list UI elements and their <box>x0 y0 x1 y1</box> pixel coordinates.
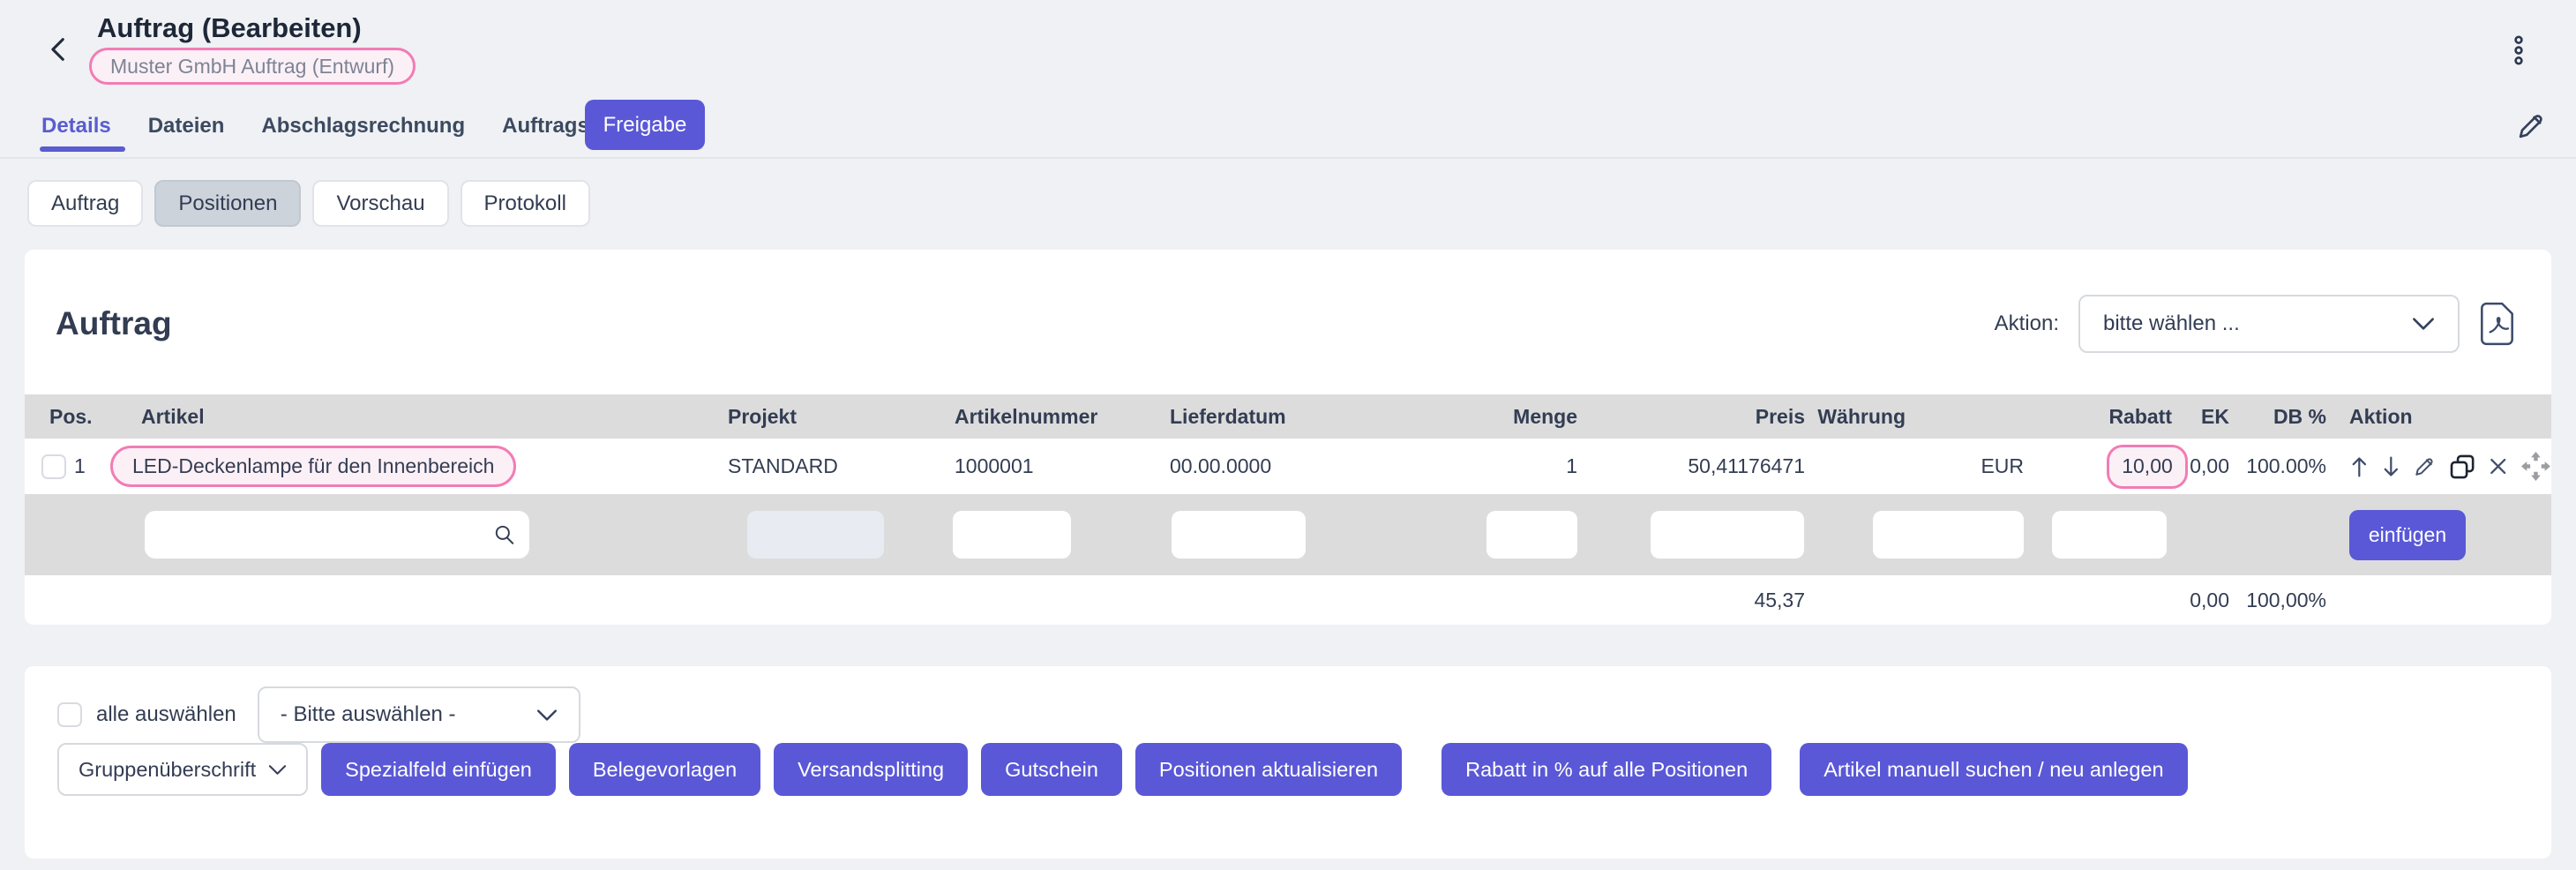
select-all-label: alle auswählen <box>96 702 236 727</box>
order-positions-card: Auftrag Aktion: bitte wählen ... <box>25 250 2551 625</box>
artikelnummer-input[interactable] <box>953 511 1071 559</box>
select-all-checkbox[interactable] <box>57 702 82 727</box>
order-card-header: Auftrag Aktion: bitte wählen ... <box>25 250 2551 394</box>
subtab-auftrag[interactable]: Auftrag <box>27 180 143 227</box>
copy-row-icon[interactable] <box>2449 453 2475 481</box>
col-header-projekt: Projekt <box>706 405 935 429</box>
row-checkbox[interactable] <box>41 454 66 479</box>
row-db: 100.00% <box>2238 454 2335 478</box>
total-preis: 45,37 <box>1588 589 1814 612</box>
tab-abschlagsrechnung[interactable]: Abschlagsrechnung <box>261 114 465 139</box>
back-button[interactable] <box>44 34 74 65</box>
subtab-positionen[interactable]: Positionen <box>154 180 301 227</box>
row-artikelnummer: 1000001 <box>935 454 1147 478</box>
rabatt-highlight-badge: 10,00 <box>2107 445 2188 489</box>
artikel-highlight-badge: LED-Deckenlampe für den Innenbereich <box>110 446 516 487</box>
page-title: Auftrag (Bearbeiten) <box>97 12 362 44</box>
positions-table-header: Pos. Artikel Projekt Artikelnummer Liefe… <box>25 394 2551 439</box>
rabatt-alle-positionen-button[interactable]: Rabatt in % auf alle Positionen <box>1442 743 1771 796</box>
total-ek: 0,00 <box>2188 589 2238 612</box>
lieferdatum-input[interactable] <box>1172 511 1306 559</box>
gutschein-button[interactable]: Gutschein <box>981 743 1122 796</box>
order-subtitle-label: Muster GmbH Auftrag (Entwurf) <box>110 55 394 79</box>
action-select-value: bitte wählen ... <box>2103 311 2240 336</box>
artikel-name: LED-Deckenlampe für den Innenbereich <box>132 454 494 478</box>
row-waehrung: EUR <box>1814 454 2033 478</box>
edit-row-icon[interactable] <box>2412 454 2437 480</box>
action-label: Aktion: <box>1995 311 2059 336</box>
totals-row: 45,37 0,00 100,00% <box>25 575 2551 625</box>
bulk-actions-card: alle auswählen - Bitte auswählen - Grupp… <box>25 666 2551 859</box>
main-tabs: Details Dateien Abschlagsrechnung Auftra… <box>41 102 650 150</box>
chevron-down-icon <box>2412 317 2435 331</box>
order-card-actions: Aktion: bitte wählen ... <box>1995 295 2516 353</box>
subtab-vorschau[interactable]: Vorschau <box>312 180 448 227</box>
bulk-action-select-value: - Bitte auswählen - <box>281 702 456 727</box>
artikel-manuell-suchen-button[interactable]: Artikel manuell suchen / neu anlegen <box>1800 743 2187 796</box>
row-preis: 50,41176471 <box>1588 454 1814 478</box>
freigabe-button[interactable]: Freigabe <box>585 100 705 150</box>
chevron-down-icon <box>536 709 558 722</box>
col-header-pos: Pos. <box>25 405 102 429</box>
row-actions <box>2335 450 2551 483</box>
insert-position-button[interactable]: einfügen <box>2349 510 2466 560</box>
spezialfeld-einfuegen-button[interactable]: Spezialfeld einfügen <box>321 743 556 796</box>
subtab-protokoll[interactable]: Protokoll <box>461 180 590 227</box>
row-lieferdatum: 00.00.0000 <box>1147 454 1376 478</box>
projekt-input-disabled <box>747 511 884 559</box>
pdf-export-button[interactable] <box>2479 302 2516 346</box>
col-header-rabatt: Rabatt <box>2033 405 2188 429</box>
chevron-left-icon <box>44 34 74 65</box>
col-header-preis: Preis <box>1588 405 1814 429</box>
col-header-lieferdatum: Lieferdatum <box>1147 405 1376 429</box>
rabatt-input[interactable] <box>2052 511 2167 559</box>
edit-page-button[interactable] <box>2514 109 2548 143</box>
row-ek: 0,00 <box>2188 454 2238 478</box>
tab-details[interactable]: Details <box>41 114 111 139</box>
col-header-menge: Menge <box>1376 405 1588 429</box>
row-rabatt: 10,00 <box>2122 454 2173 478</box>
bulk-action-buttons: Gruppenüberschrift Spezialfeld einfügen … <box>25 743 2551 796</box>
pencil-icon <box>2514 109 2548 143</box>
bulk-action-select[interactable]: - Bitte auswählen - <box>258 686 580 743</box>
select-all-row: alle auswählen - Bitte auswählen - <box>25 666 2551 743</box>
kebab-menu-button[interactable] <box>2509 35 2528 65</box>
search-icon <box>493 523 516 546</box>
col-header-ek: EK <box>2188 405 2238 429</box>
action-select[interactable]: bitte wählen ... <box>2078 295 2460 353</box>
menge-input[interactable] <box>1486 511 1577 559</box>
table-row: 1 LED-Deckenlampe für den Innenbereich S… <box>25 439 2551 494</box>
preis-input[interactable] <box>1651 511 1804 559</box>
col-header-aktion: Aktion <box>2335 405 2551 429</box>
gruppenueberschrift-button[interactable]: Gruppenüberschrift <box>57 743 308 796</box>
belegevorlagen-button[interactable]: Belegevorlagen <box>569 743 760 796</box>
move-down-icon[interactable] <box>2381 453 2401 481</box>
col-header-waehrung: Währung <box>1814 405 2033 429</box>
new-position-row: einfügen <box>25 494 2551 575</box>
row-projekt: STANDARD <box>706 454 935 478</box>
move-up-icon[interactable] <box>2349 453 2370 481</box>
pdf-file-icon <box>2479 302 2516 346</box>
order-card-title: Auftrag <box>56 305 172 342</box>
tabs-separator <box>0 157 2576 159</box>
col-header-artikel: Artikel <box>102 405 706 429</box>
waehrung-input[interactable] <box>1873 511 2024 559</box>
positionen-aktualisieren-button[interactable]: Positionen aktualisieren <box>1135 743 1402 796</box>
order-subtitle-badge: Muster GmbH Auftrag (Entwurf) <box>89 48 416 85</box>
delete-row-icon[interactable] <box>2487 454 2509 478</box>
gruppenueberschrift-label: Gruppenüberschrift <box>79 758 256 782</box>
total-db: 100,00% <box>2238 589 2335 612</box>
kebab-menu-icon <box>2509 35 2528 65</box>
drag-move-icon[interactable] <box>2520 450 2551 483</box>
tab-dateien[interactable]: Dateien <box>148 114 225 139</box>
artikel-search-input[interactable] <box>145 511 529 559</box>
order-edit-page: Auftrag (Bearbeiten) Muster GmbH Auftrag… <box>0 0 2576 870</box>
row-menge: 1 <box>1376 454 1588 478</box>
view-subtabs: Auftrag Positionen Vorschau Protokoll <box>27 180 590 227</box>
versandsplitting-button[interactable]: Versandsplitting <box>774 743 968 796</box>
col-header-db: DB % <box>2238 405 2335 429</box>
col-header-artikelnummer: Artikelnummer <box>935 405 1147 429</box>
row-pos: 1 <box>74 454 102 478</box>
chevron-down-icon <box>268 764 287 776</box>
